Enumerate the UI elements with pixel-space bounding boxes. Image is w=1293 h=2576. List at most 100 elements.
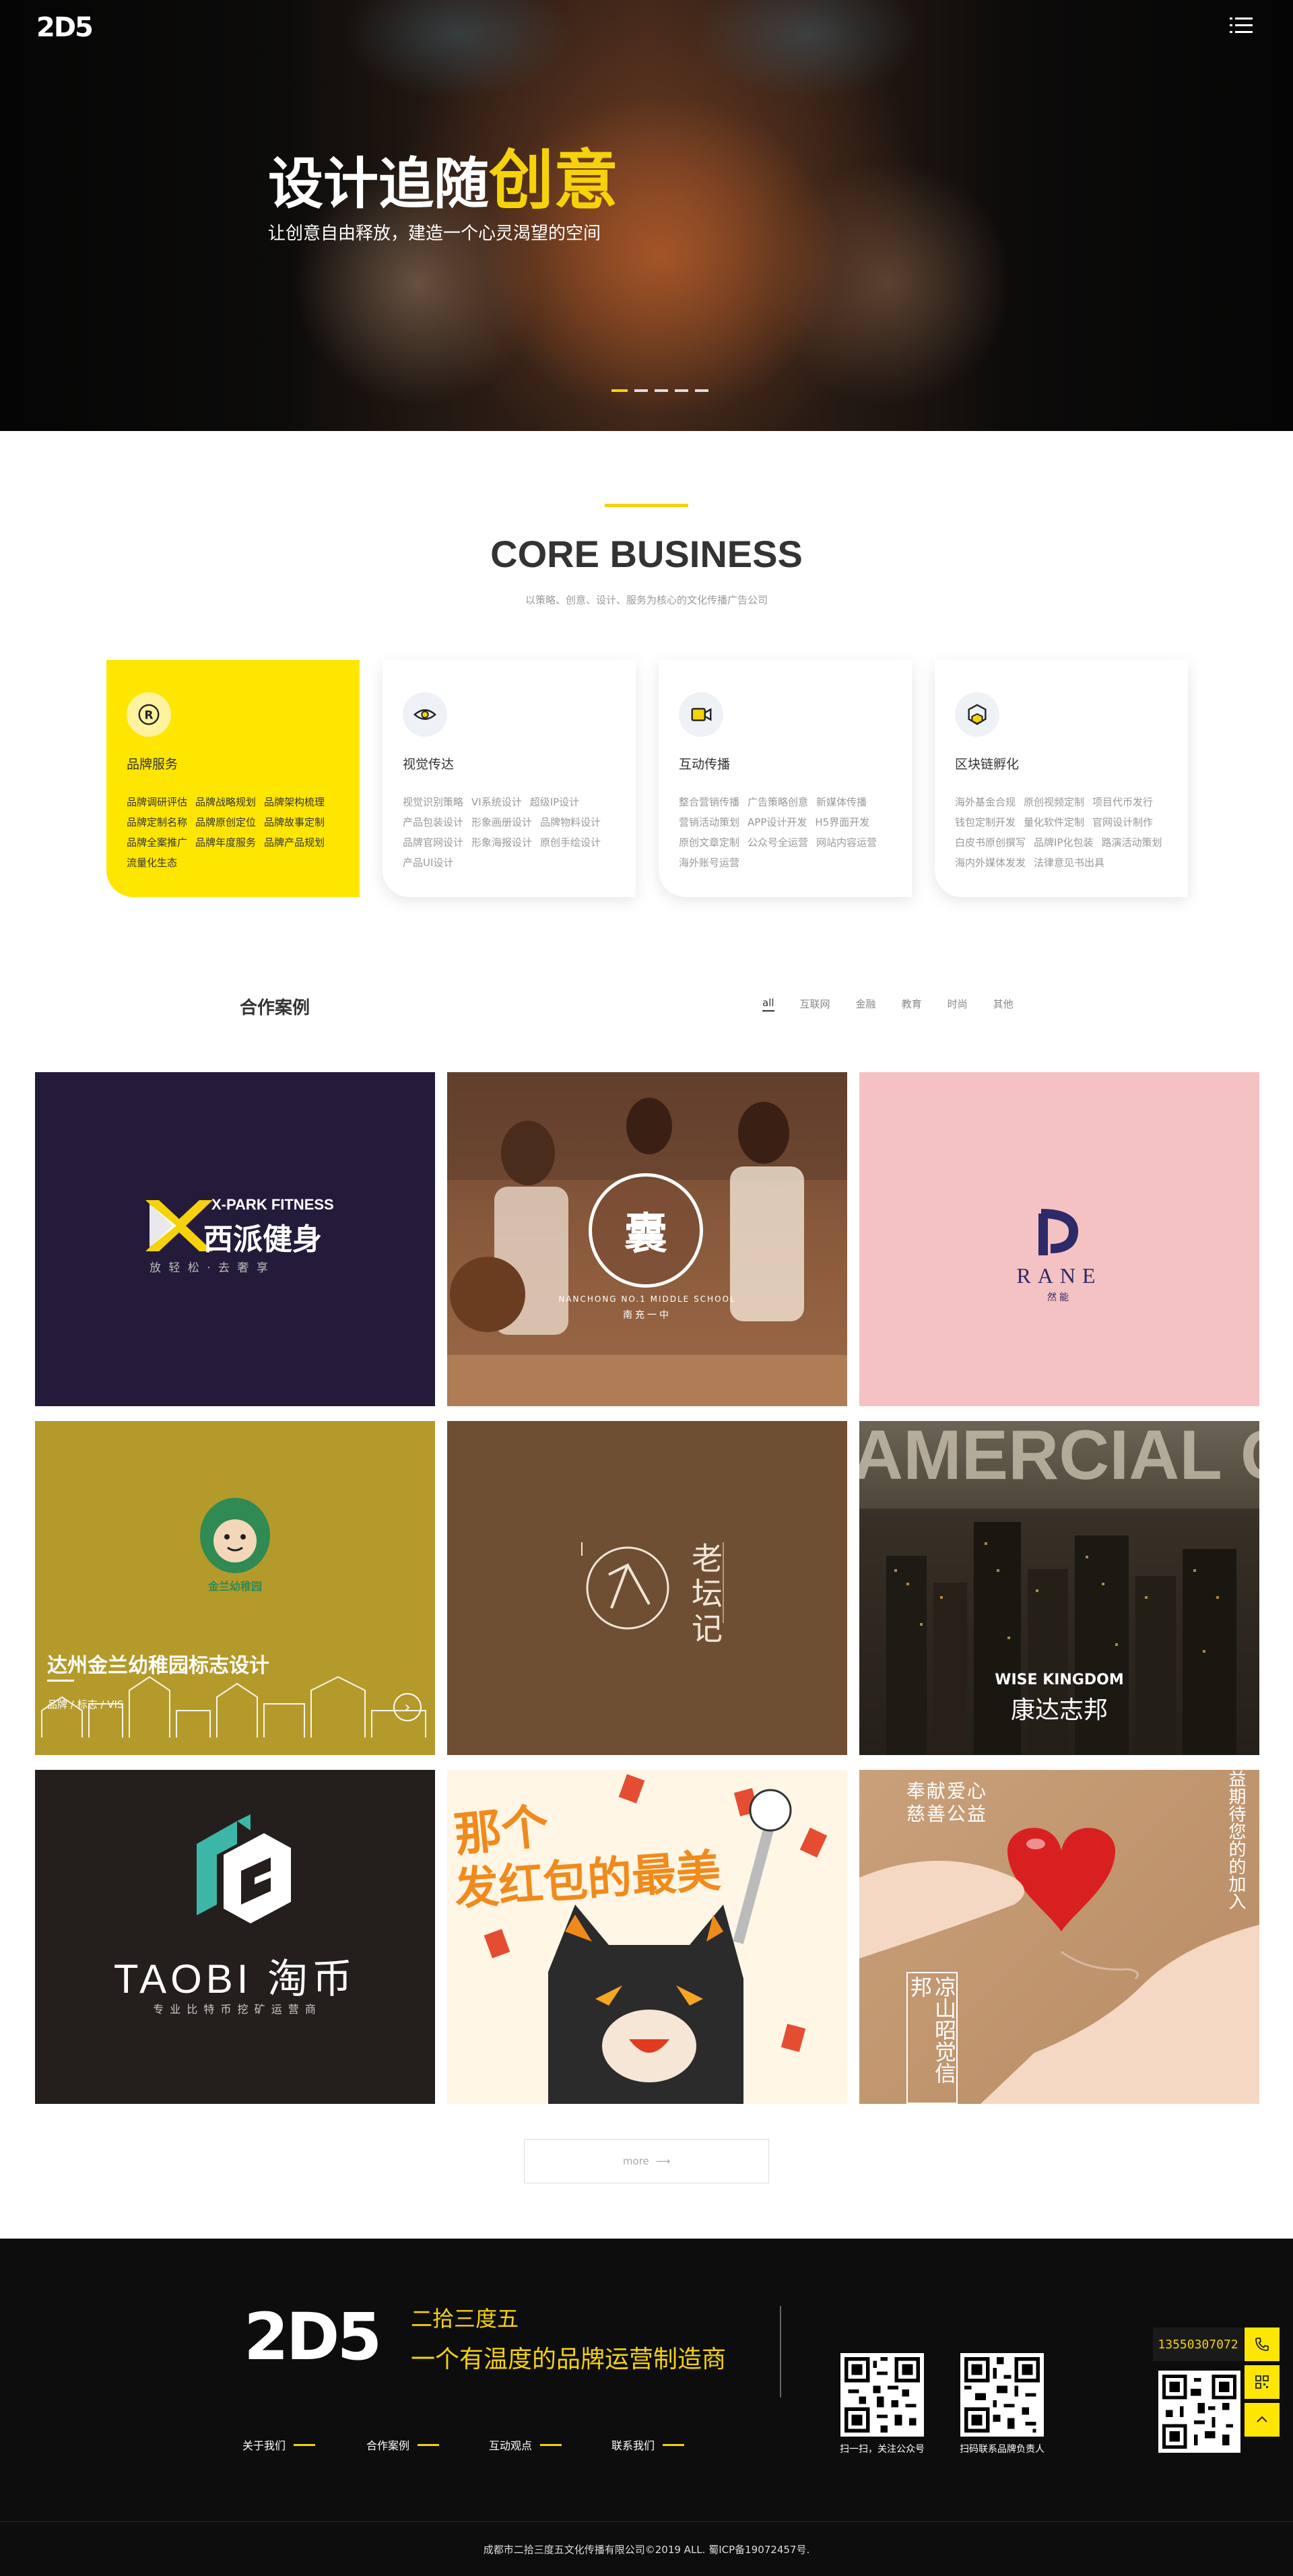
service-item: APP设计开发 [748, 816, 807, 828]
school-seal: 囊 [589, 1173, 703, 1288]
slider-dot[interactable] [634, 389, 648, 392]
service-card-visual[interactable]: 视觉传达 视觉识别策略 VI系统设计 超级IP设计 产品包装设计 形象画册设计 … [383, 660, 636, 897]
service-card-blockchain[interactable]: 区块链孵化 海外基金合规 原创视频定制 项目代币发行 钱包定制开发 量化软件定制… [935, 660, 1188, 897]
tile-brand-cn: 金兰幼稚园 [207, 1580, 262, 1593]
service-item: 品牌架构梳理 [264, 796, 325, 808]
case-tile-taobi[interactable]: TAOBI 淘币 专 业 比 特 币 挖 矿 运 营 商 [35, 1770, 435, 2104]
filter-tab-fashion[interactable]: 时尚 [948, 997, 968, 1012]
case-tile-redenvelope[interactable]: 那个 发红包的最美 [447, 1770, 847, 2104]
logo-text: 2D5 [36, 12, 94, 43]
footer-nav-underline [418, 2443, 440, 2446]
arrow-right-icon: ⟶ [655, 2155, 671, 2167]
service-item: 产品UI设计 [403, 857, 454, 869]
more-button[interactable]: more ⟶ [524, 2139, 769, 2183]
footer-nav-contact[interactable]: 联系我们 [611, 2437, 685, 2453]
case-tile-wisekingdom[interactable]: AMERCIAL CENT WISE KINGDOM 康达志邦 [859, 1421, 1259, 1755]
service-item: 品牌全案推广 [127, 836, 188, 849]
service-item: VI系统设计 [471, 796, 522, 808]
service-card-title: 品牌服务 [127, 757, 178, 772]
service-item: 品牌官网设计 [403, 836, 464, 849]
arrow-right-icon[interactable]: › [393, 1693, 422, 1721]
phone-icon[interactable] [1245, 2327, 1280, 2361]
tile-brand-cn: 康达志邦 [1010, 1696, 1108, 1724]
back-to-top-icon[interactable] [1245, 2403, 1280, 2437]
slider-dot[interactable] [655, 389, 668, 392]
tile-tagline: 放 轻 松 · 去 奢 享 [150, 1261, 270, 1275]
eye-icon [403, 692, 447, 737]
service-item: 超级IP设计 [529, 796, 580, 808]
tile-brand-en: RANE [1016, 1263, 1102, 1288]
case-tile-charity[interactable]: 奉献爱心 慈善公益 益期待您的的加入 凉山昭觉信邦 [859, 1770, 1259, 2104]
filter-tab-education[interactable]: 教育 [902, 997, 922, 1012]
slider-dot[interactable] [675, 389, 688, 392]
copyright-bar: 成都市二拾三度五文化传播有限公司©2019 ALL. 蜀ICP备19072457… [0, 2521, 1293, 2576]
case-tile-jinlan[interactable]: 金兰幼稚园 达州金兰幼稚园标志设计 品牌 / 标志 / VIS › [35, 1421, 435, 1755]
service-item: 视觉识别策略 [403, 796, 464, 808]
service-item: 量化软件定制 [1024, 816, 1085, 828]
school-seal-cn: 南充一中 [623, 1310, 671, 1321]
service-item: 广告策略创意 [748, 796, 809, 808]
filter-tab-other[interactable]: 其他 [993, 997, 1014, 1012]
service-list: 视觉识别策略 VI系统设计 超级IP设计 产品包装设计 形象画册设计 品牌物料设… [403, 795, 625, 869]
footer-nav-cases[interactable]: 合作案例 [366, 2437, 440, 2453]
filter-tab-internet[interactable]: 互联网 [800, 997, 830, 1012]
tile-brand-cn: 老坛记 [687, 1542, 723, 1647]
service-item: 品牌年度服务 [195, 836, 257, 849]
filter-tab-finance[interactable]: 金融 [856, 997, 876, 1012]
school-seal-text: NANCHONG NO.1 MIDDLE SCHOOL [558, 1294, 736, 1304]
tile-brand-en: TAOBI [113, 1956, 253, 2002]
menu-icon[interactable] [1230, 18, 1253, 35]
case-tile-laotanji[interactable]: 老坛记 [447, 1421, 847, 1755]
slider-dot[interactable] [611, 389, 628, 392]
float-phone-number[interactable]: 13550307072 [1153, 2327, 1243, 2361]
service-item: H5界面开发 [815, 816, 870, 828]
hero-title-highlight: 创意 [489, 145, 619, 217]
service-item: 品牌IP化包装 [1034, 836, 1094, 849]
tile-brand-cn: 淘币 [267, 1956, 357, 2002]
hero-title-plain: 设计追随 [268, 154, 490, 215]
slider-dots [611, 389, 708, 392]
qr-icon[interactable] [1245, 2365, 1280, 2399]
footer-nav-insights[interactable]: 互动观点 [489, 2437, 562, 2453]
case-tile-rane[interactable]: RANE 然能 [859, 1072, 1259, 1406]
service-item: 海外账号运营 [679, 857, 740, 869]
service-item: 品牌物料设计 [540, 816, 601, 828]
registered-icon: R [127, 692, 171, 737]
cases-title: 合作案例 [240, 998, 310, 1018]
slider-dot[interactable] [695, 389, 708, 392]
service-card-brand[interactable]: R 品牌服务 品牌调研评估 品牌战略规划 品牌架构梳理 品牌定制名称 品牌原创定… [106, 660, 360, 897]
footer-logo[interactable]: 2D5 [244, 2299, 382, 2375]
qr-caption-contact: 扫码联系品牌负责人 [960, 2444, 1045, 2455]
service-item: 品牌定制名称 [127, 816, 188, 828]
service-item: 法律意见书出具 [1034, 857, 1105, 869]
tile-overlay-title: 达州金兰幼稚园标志设计 [47, 1654, 269, 1678]
hero-subtitle: 让创意自由释放，建造一个心灵渴望的空间 [268, 224, 601, 244]
school-seal-glyph: 囊 [624, 1210, 667, 1259]
service-item: 品牌故事定制 [264, 816, 325, 828]
qr-code-wechat [840, 2353, 924, 2437]
core-business-subtitle: 以策略、创意、设计、服务为核心的文化传播广告公司 [525, 594, 768, 606]
case-tile-school[interactable]: 囊 NANCHONG NO.1 MIDDLE SCHOOL 南充一中 [447, 1072, 847, 1406]
footer-company-name: 二拾三度五 [411, 2306, 519, 2332]
service-item: 海外基金合规 [955, 796, 1016, 808]
site-logo[interactable]: 2D5 [36, 12, 94, 43]
service-list: 品牌调研评估 品牌战略规划 品牌架构梳理 品牌定制名称 品牌原创定位 品牌故事定… [127, 795, 349, 869]
case-tile-xpark[interactable]: X-PARK FITNESS 西派健身 放 轻 松 · 去 奢 享 [35, 1072, 435, 1406]
service-card-title: 视觉传达 [403, 757, 455, 772]
service-item: 公众号全运营 [748, 836, 809, 849]
site-footer [0, 2239, 1293, 2521]
service-card-title: 互动传播 [679, 757, 731, 772]
tile-overlay-line [47, 1680, 74, 1682]
service-card-interactive[interactable]: 互动传播 整合营销传播 广告策略创意 新媒体传播 营销活动策划 APP设计开发 … [659, 660, 912, 897]
laotanji-logo-art [581, 1542, 724, 1630]
service-item: 新媒体传播 [816, 796, 867, 808]
taobi-logo-art [197, 1814, 291, 1923]
footer-nav-about[interactable]: 关于我们 [242, 2437, 316, 2453]
service-item: 品牌调研评估 [127, 796, 188, 808]
rane-logo-art [1038, 1209, 1079, 1255]
footer-logo-text: 2D5 [244, 2299, 382, 2375]
service-item: 项目代币发行 [1092, 796, 1154, 808]
tile-brand-cn: 西派健身 [203, 1222, 322, 1257]
filter-tab-all[interactable]: all [762, 997, 774, 1012]
service-item: 原创视频定制 [1024, 796, 1085, 808]
